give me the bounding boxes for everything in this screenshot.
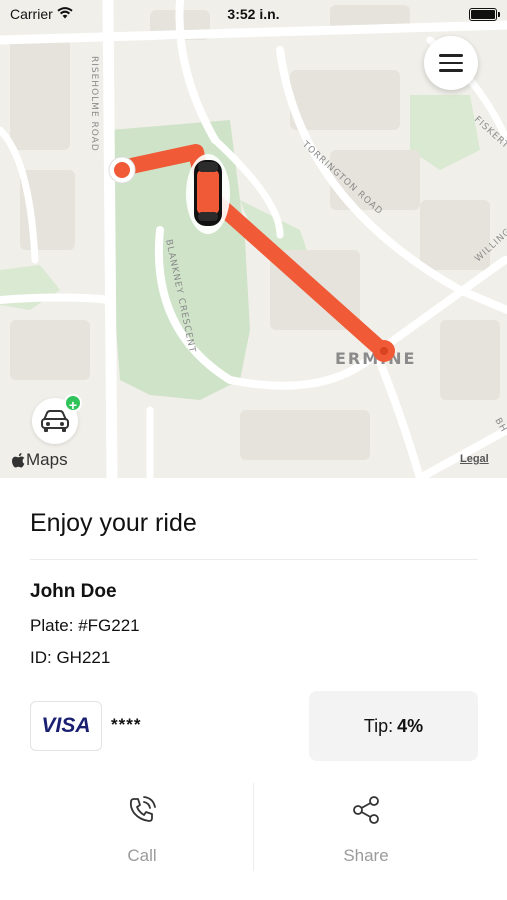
ride-sheet: Enjoy your ride John Doe Plate: #FG221 I… — [0, 478, 507, 900]
action-divider — [253, 783, 254, 871]
driver-id: ID: GH221 — [30, 648, 111, 667]
payment-card-logo: VISA — [30, 701, 102, 751]
route-start-marker — [108, 156, 136, 184]
call-label: Call — [127, 846, 157, 865]
apple-icon — [12, 452, 25, 467]
tip-value: 4% — [397, 715, 424, 736]
share-button[interactable]: Share — [256, 788, 476, 878]
divider — [30, 559, 478, 560]
car-icon — [41, 410, 69, 432]
car-marker — [186, 154, 230, 234]
road-label-risholme: RISEHOLME ROAD — [89, 56, 99, 152]
menu-icon — [439, 54, 463, 57]
route-end-marker — [373, 340, 395, 362]
maps-logo: Maps — [12, 450, 68, 470]
plus-icon: + — [64, 394, 82, 413]
driver-name: John Doe — [30, 581, 117, 602]
share-label: Share — [343, 846, 389, 865]
phone-icon — [129, 796, 156, 822]
tip-button[interactable]: Tip: 4% — [309, 691, 478, 761]
card-number-mask: **** — [111, 715, 142, 734]
menu-button[interactable] — [424, 36, 478, 90]
add-car-button[interactable]: + — [32, 394, 82, 444]
call-button[interactable]: Call — [32, 788, 252, 878]
maps-brand-label: Maps — [26, 450, 68, 469]
tip-label: Tip: — [363, 715, 394, 736]
visa-logo: VISA — [41, 714, 91, 737]
status-time: 3:52 i.n. — [227, 6, 280, 22]
map-view[interactable]: RISEHOLME ROAD TORRINGTON ROAD BLANKNEY … — [0, 0, 507, 478]
legal-link[interactable]: Legal — [460, 453, 489, 465]
plate-number: Plate: #FG221 — [30, 616, 140, 635]
share-icon — [353, 796, 379, 824]
sheet-title: Enjoy your ride — [30, 509, 197, 537]
